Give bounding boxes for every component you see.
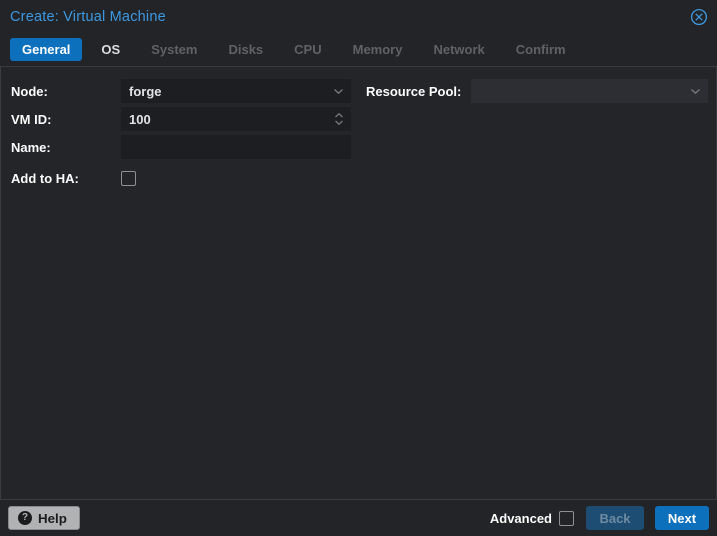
chevron-down-icon[interactable] (333, 79, 344, 103)
tab-general[interactable]: General (10, 38, 83, 61)
add-to-ha-checkbox[interactable] (121, 170, 136, 186)
form-left-column: Node: forge VM ID: 100 Name: Add to HA: (11, 79, 351, 194)
vmid-spinner-field[interactable]: 100 (121, 107, 351, 131)
advanced-label: Advanced (489, 510, 552, 526)
tab-os[interactable]: OS (89, 38, 132, 61)
dialog-titlebar: Create: Virtual Machine (0, 0, 717, 33)
question-circle-icon: ? (18, 511, 32, 525)
node-label: Node: (11, 83, 48, 99)
tab-network: Network (433, 42, 485, 57)
next-button[interactable]: Next (655, 506, 709, 530)
vmid-value: 100 (129, 111, 151, 127)
vmid-label: VM ID: (11, 111, 52, 127)
vmid-row: VM ID: 100 (11, 107, 351, 131)
node-value: forge (129, 83, 162, 99)
advanced-checkbox[interactable] (559, 510, 574, 526)
tab-disks: Disks (228, 42, 264, 57)
create-vm-dialog: Create: Virtual Machine General OS Syste… (0, 0, 717, 536)
help-button-label: Help (38, 510, 67, 526)
name-row: Name: (11, 135, 351, 159)
node-combo[interactable]: forge (121, 79, 351, 103)
general-form-panel: Node: forge VM ID: 100 Name: Add to HA: … (0, 66, 717, 500)
tab-cpu: CPU (294, 42, 322, 57)
up-down-spinner-icon[interactable] (334, 107, 344, 131)
chevron-down-icon[interactable] (690, 79, 701, 103)
close-icon[interactable] (690, 8, 708, 26)
resource-pool-label: Resource Pool: (366, 83, 462, 99)
node-row: Node: forge (11, 79, 351, 103)
help-button[interactable]: ? Help (8, 506, 80, 530)
wizard-tab-bar: General OS System Disks CPU Memory Netwo… (10, 36, 707, 63)
dialog-footer: ? Help Advanced Back Next (0, 500, 717, 536)
add-to-ha-row: Add to HA: (11, 166, 351, 190)
tab-system: System (151, 42, 198, 57)
name-label: Name: (11, 139, 51, 155)
advanced-toggle-group: Advanced (489, 510, 574, 526)
resource-pool-combo[interactable] (471, 79, 708, 103)
tab-confirm: Confirm (515, 42, 566, 57)
back-button[interactable]: Back (586, 506, 644, 530)
add-to-ha-label: Add to HA: (11, 170, 79, 186)
form-right-column: Resource Pool: (366, 79, 708, 107)
resource-pool-row: Resource Pool: (366, 79, 708, 103)
dialog-title: Create: Virtual Machine (10, 8, 166, 25)
tab-memory: Memory (352, 42, 403, 57)
name-input[interactable] (121, 135, 351, 159)
